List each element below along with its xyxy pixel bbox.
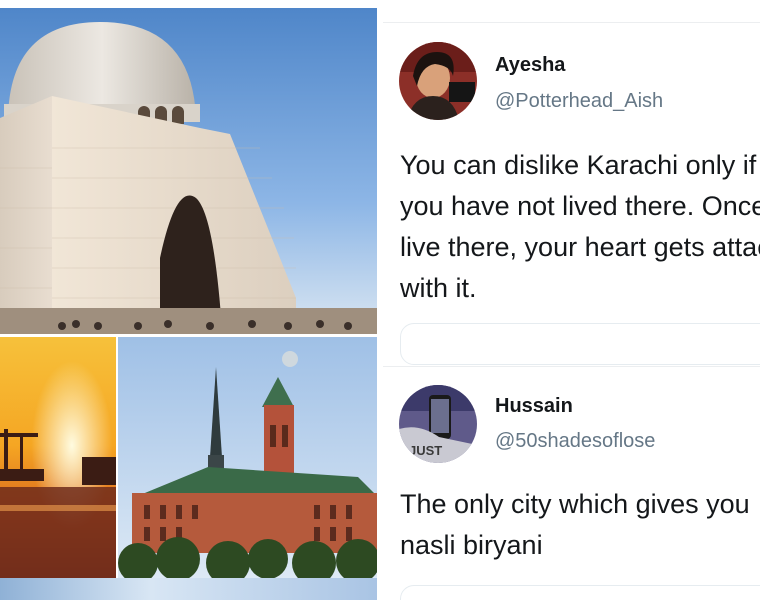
tweet-text-line: you have not lived there. Once you xyxy=(400,191,760,221)
mausoleum-photo xyxy=(0,8,377,334)
tweet-text: You can dislike Karachi only if you have… xyxy=(400,145,760,309)
tweet-text-line: live there, your heart gets attached xyxy=(400,232,760,262)
avatar[interactable]: JUST xyxy=(399,385,477,463)
user-avatar-photo-icon xyxy=(399,42,477,120)
tweet-text-line: nasli biryani xyxy=(400,530,543,560)
tweet-text: The only city which gives you nasli biry… xyxy=(400,484,760,566)
user-handle[interactable]: @Potterhead_Aish xyxy=(495,90,663,113)
photo-collage xyxy=(0,0,377,600)
svg-text:JUST: JUST xyxy=(409,443,442,458)
user-handle[interactable]: @50shadesoflose xyxy=(495,430,655,453)
embedded-media-card[interactable] xyxy=(400,323,760,365)
embedded-media-card[interactable] xyxy=(400,585,760,600)
tweet-card[interactable]: JUST Hussain @50shadesoflose The only ci… xyxy=(383,366,760,600)
clock-tower-building-photo xyxy=(118,337,377,578)
avatar[interactable] xyxy=(399,42,477,120)
harbour-sunset-photo xyxy=(0,337,116,578)
display-name[interactable]: Ayesha xyxy=(495,54,565,77)
tweet-text-line: The only city which gives you xyxy=(400,489,750,519)
photo-strip xyxy=(0,578,377,600)
tweet-card[interactable]: Ayesha @Potterhead_Aish You can dislike … xyxy=(383,22,760,365)
tweet-text-line: with it. xyxy=(400,273,477,303)
display-name[interactable]: Hussain xyxy=(495,395,573,418)
tweet-text-line: You can dislike Karachi only if xyxy=(400,150,757,180)
user-avatar-photo-icon: JUST xyxy=(399,385,477,463)
tweet-feed: Ayesha @Potterhead_Aish You can dislike … xyxy=(383,0,760,600)
